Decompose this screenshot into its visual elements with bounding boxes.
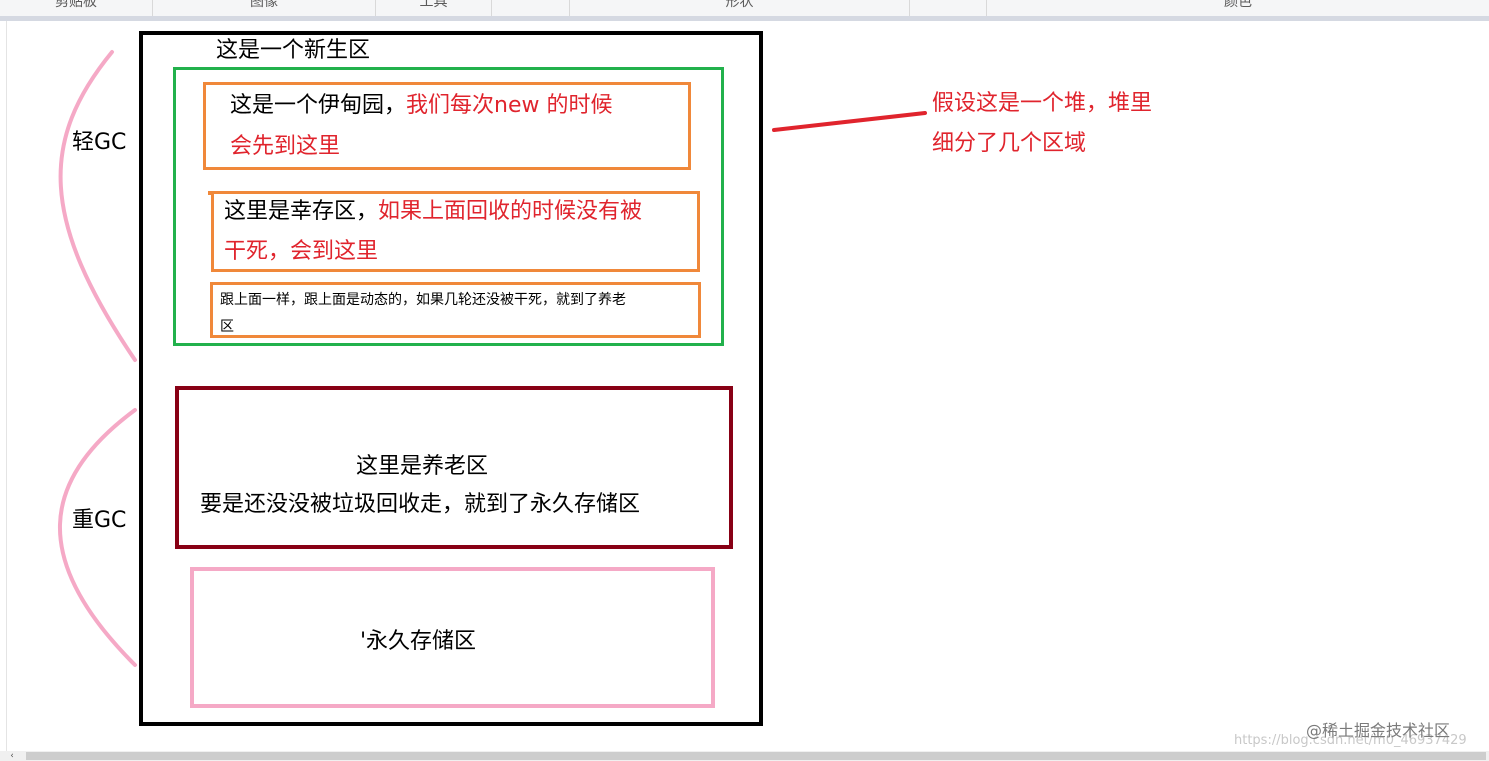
new-gen-title: 这是一个新生区 [216,38,371,63]
eden-text-line2: 会先到这里 [230,134,341,159]
survivor-text-black: 这里是幸存区， [224,199,379,224]
eden-text-line1: 这是一个伊甸园，我们每次new 的时候 [230,90,612,122]
survivor-text-line1: 这里是幸存区，如果上面回收的时候没有被 [224,196,642,228]
old-gen-text-line1: 这里是养老区 [356,454,489,479]
scrollbar-thumb[interactable] [26,752,1486,760]
major-gc-brace [58,408,137,667]
minor-gc-label: 轻GC [72,130,127,155]
juejin-watermark: @稀土掘金技术社区 [1306,721,1451,740]
old-gen-text-line2: 要是还没没被垃圾回收走，就到了永久存储区 [200,492,641,517]
heap-note-line2: 细分了几个区域 [932,131,1087,156]
major-gc-label: 重GC [72,508,127,533]
horizontal-scrollbar[interactable]: ‹ [0,751,1489,761]
heap-pointer-line [772,111,927,132]
eden-text-red: 我们每次new 的时候 [406,93,613,118]
survivor2-text-line1: 跟上面一样，跟上面是动态的，如果几轮还没被干死，就到了养老 [220,292,626,308]
heap-note-line1: 假设这是一个堆，堆里 [932,91,1153,116]
scroll-left-icon[interactable]: ‹ [0,751,24,761]
survivor-box-tick [208,191,214,195]
eden-text-black: 这是一个伊甸园， [230,93,407,118]
survivor-text-red: 如果上面回收的时候没有被 [378,199,643,224]
survivor2-text-line2: 区 [220,319,234,335]
survivor-text-line2: 干死，会到这里 [224,239,379,264]
minor-gc-brace [58,50,137,362]
perm-gen-label: '永久存储区 [360,629,477,654]
